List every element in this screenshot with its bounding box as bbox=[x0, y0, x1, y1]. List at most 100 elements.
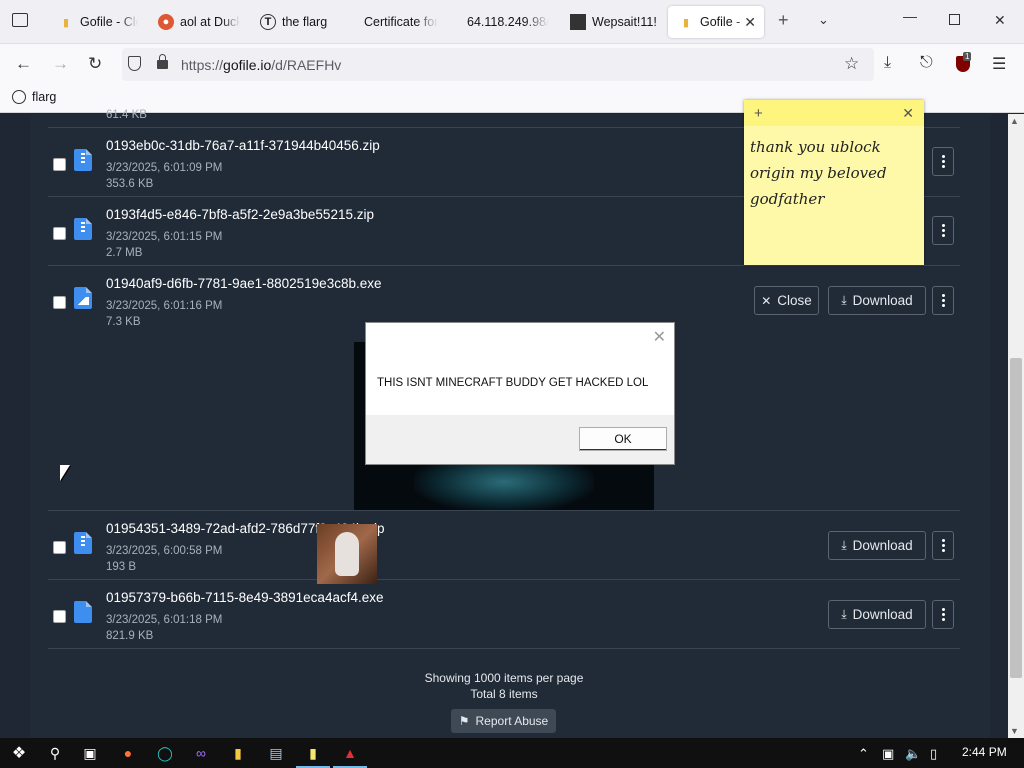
minimize-icon[interactable]: — bbox=[903, 8, 917, 24]
table-row: 01957379-b66b-7115-8e49-3891eca4acf4.exe… bbox=[48, 580, 960, 649]
app-taskbar-icon[interactable]: ▲ bbox=[333, 744, 367, 768]
more-options-button[interactable] bbox=[932, 286, 954, 315]
close-window-icon[interactable]: ✕ bbox=[994, 12, 1006, 29]
chevron-down-icon[interactable]: ⌄ bbox=[818, 12, 829, 28]
download-button[interactable]: ⤓ Download bbox=[828, 286, 926, 315]
sticky-note-header[interactable]: + ✕ bbox=[744, 100, 924, 126]
scrollbar-thumb[interactable] bbox=[1010, 358, 1022, 678]
folder-icon: ▮ bbox=[62, 16, 70, 29]
select-checkbox[interactable] bbox=[53, 227, 66, 240]
lock-icon[interactable] bbox=[157, 60, 168, 69]
restore-icon[interactable] bbox=[949, 14, 960, 25]
tab-gofile-1[interactable]: ▮ Gofile - Clo bbox=[58, 6, 138, 38]
taskbar-clock[interactable]: 2:44 PM bbox=[962, 745, 1007, 759]
file-date: 3/23/2025, 6:01:15 PM bbox=[106, 231, 223, 243]
tab-bar: ▮ Gofile - Clo ● aol at Duck T the flarg… bbox=[0, 0, 1024, 44]
new-tab-icon[interactable]: + bbox=[778, 10, 789, 31]
select-checkbox[interactable] bbox=[53, 296, 66, 309]
file-name[interactable]: 01940af9-d6fb-7781-9ae1-8802519e3c8b.exe bbox=[106, 276, 381, 291]
notepad-icon[interactable]: ▤ bbox=[267, 744, 285, 762]
windows-start-icon[interactable]: ❖ bbox=[10, 744, 28, 762]
tab-certificate[interactable]: Certificate for bbox=[364, 6, 444, 38]
report-abuse-button[interactable]: ⚑ Report Abuse bbox=[451, 709, 556, 733]
download-icon: ⤓ bbox=[841, 607, 847, 621]
sticky-note-text[interactable]: thank you ublock origin my beloved godfa… bbox=[744, 126, 924, 220]
download-icon: ⤓ bbox=[841, 293, 847, 307]
tab-wepsait[interactable]: Wepsait!11! bbox=[570, 6, 660, 38]
notification-icon[interactable]: ▯ bbox=[930, 746, 937, 762]
zip-file-icon bbox=[74, 149, 92, 171]
tab-duckduckgo[interactable]: ● aol at Duck bbox=[158, 6, 240, 38]
more-options-button[interactable] bbox=[932, 147, 954, 176]
duckduckgo-icon: ● bbox=[158, 14, 174, 30]
tab-gofile-active[interactable]: ▮ Gofile - ✕ bbox=[668, 6, 764, 38]
shield-icon[interactable] bbox=[128, 56, 141, 71]
download-button[interactable]: ⤓ Download bbox=[828, 531, 926, 560]
forward-icon[interactable]: → bbox=[52, 54, 69, 74]
scroll-down-icon[interactable]: ▼ bbox=[1010, 726, 1019, 736]
extension-badge: 1 bbox=[963, 52, 972, 61]
more-options-button[interactable] bbox=[932, 600, 954, 629]
task-view-icon[interactable]: ▣ bbox=[81, 744, 99, 762]
tab-ip-address[interactable]: 64.118.249.98/f bbox=[467, 6, 549, 38]
bookmark-star-icon[interactable]: ☆ bbox=[844, 54, 859, 74]
meme-image bbox=[317, 524, 377, 584]
file-name[interactable]: 0193eb0c-31db-76a7-a11f-371944b40456.zip bbox=[106, 138, 380, 153]
bookmark-flarg[interactable]: flarg bbox=[12, 90, 56, 104]
select-checkbox[interactable] bbox=[53, 610, 66, 623]
reload-icon[interactable]: ↻ bbox=[88, 54, 102, 74]
download-button[interactable]: ⤓ Download bbox=[828, 600, 926, 629]
table-row: 01954351-3489-72ad-afd2-786d77f0c494b.zi… bbox=[48, 511, 960, 580]
file-size: 2.7 MB bbox=[106, 247, 143, 259]
visual-studio-icon[interactable]: ∞ bbox=[192, 744, 210, 762]
app-ring-icon[interactable]: ◯ bbox=[156, 744, 174, 762]
close-icon: ✕ bbox=[761, 293, 772, 308]
flag-icon: ⚑ bbox=[458, 714, 470, 728]
close-note-icon[interactable]: ✕ bbox=[902, 105, 914, 122]
file-explorer-icon[interactable]: ▮ bbox=[229, 744, 247, 762]
firefox-icon[interactable]: ● bbox=[119, 744, 137, 762]
total-items-text: Total 8 items bbox=[470, 687, 538, 701]
network-icon[interactable]: ▣ bbox=[882, 746, 894, 762]
download-icon[interactable]: ⤓ bbox=[884, 54, 891, 72]
scroll-up-icon[interactable]: ▲ bbox=[1010, 116, 1019, 126]
menu-icon[interactable]: ☰ bbox=[992, 54, 1006, 74]
zip-file-icon bbox=[74, 532, 92, 554]
ok-button[interactable]: OK bbox=[579, 427, 667, 451]
close-preview-button[interactable]: ✕ Close bbox=[754, 286, 819, 315]
file-icon bbox=[74, 601, 92, 623]
back-icon[interactable]: ← bbox=[15, 54, 32, 74]
url-text: https://gofile.io/d/RAEFHv bbox=[181, 57, 342, 73]
file-size: 7.3 KB bbox=[106, 316, 141, 328]
sticky-note[interactable]: + ✕ thank you ublock origin my beloved g… bbox=[744, 100, 924, 265]
tab-the-flarg[interactable]: T the flarg bbox=[260, 6, 345, 38]
items-per-page-text: Showing 1000 items per page bbox=[424, 671, 584, 685]
extensions-icon[interactable]: ⎋ bbox=[920, 54, 933, 72]
lock-shackle-icon bbox=[159, 54, 166, 61]
dialog-close-icon[interactable]: ✕ bbox=[653, 327, 666, 347]
select-checkbox[interactable] bbox=[53, 541, 66, 554]
file-size: 353.6 KB bbox=[106, 178, 154, 190]
file-date: 3/23/2025, 6:01:18 PM bbox=[106, 614, 223, 626]
file-date: 3/23/2025, 6:01:09 PM bbox=[106, 162, 223, 174]
file-size: 821.9 KB bbox=[106, 630, 154, 642]
add-note-icon[interactable]: + bbox=[754, 105, 763, 122]
file-name[interactable]: 01957379-b66b-7115-8e49-3891eca4acf4.exe bbox=[106, 590, 383, 605]
more-options-button[interactable] bbox=[932, 531, 954, 560]
globe-icon bbox=[12, 90, 26, 104]
mouse-cursor bbox=[60, 465, 70, 481]
text-t-icon: T bbox=[260, 14, 276, 30]
dialog-footer: OK bbox=[366, 415, 674, 464]
file-size: 193 B bbox=[106, 561, 137, 573]
tab-overview-icon[interactable] bbox=[12, 13, 28, 27]
select-checkbox[interactable] bbox=[53, 158, 66, 171]
download-icon: ⤓ bbox=[841, 538, 847, 552]
volume-muted-icon[interactable]: 🔈 bbox=[905, 746, 921, 762]
sticky-notes-taskbar-icon[interactable]: ▮ bbox=[296, 744, 330, 768]
close-tab-icon[interactable]: ✕ bbox=[744, 14, 756, 31]
search-icon[interactable]: ⚲ bbox=[46, 744, 64, 762]
file-name[interactable]: 0193f4d5-e846-7bf8-a5f2-2e9a3be55215.zip bbox=[106, 207, 374, 222]
more-options-button[interactable] bbox=[932, 216, 954, 245]
site-icon bbox=[570, 14, 586, 30]
tray-chevron-icon[interactable]: ⌃ bbox=[858, 746, 869, 762]
